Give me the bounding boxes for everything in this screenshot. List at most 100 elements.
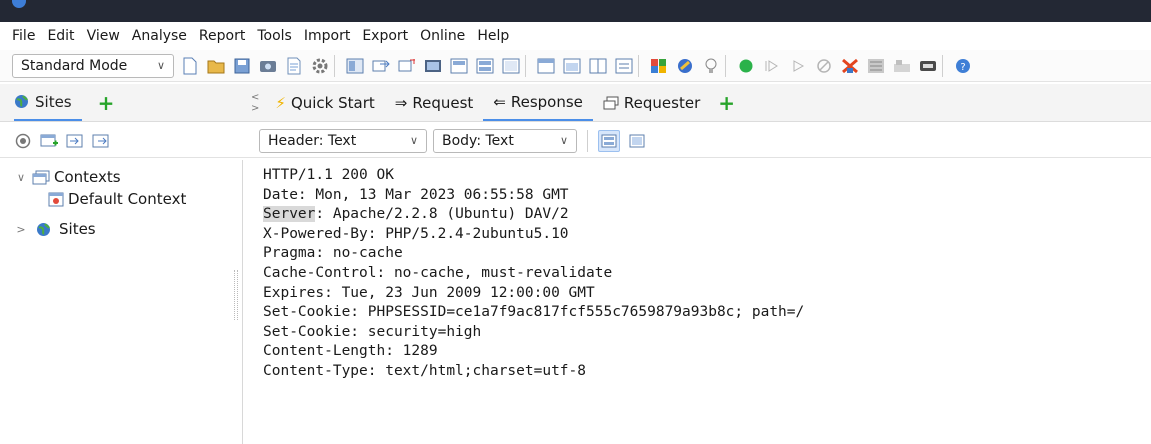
response-line: Content-Type: text/html;charset=utf-8	[263, 362, 587, 379]
add-workspace-tab-button[interactable]: +	[718, 93, 735, 113]
snapshot-icon[interactable]	[258, 56, 278, 76]
tree-contexts-label: Contexts	[54, 168, 121, 186]
menu-help[interactable]: Help	[471, 28, 515, 44]
new-session-icon[interactable]	[180, 56, 200, 76]
split-vertical-view-button[interactable]	[626, 130, 648, 152]
menu-file[interactable]: File	[6, 28, 41, 44]
hud-icon[interactable]	[918, 56, 938, 76]
tab-response[interactable]: ⇐ Response	[483, 84, 593, 121]
app-icon	[12, 0, 26, 8]
toolbar-separator	[334, 54, 335, 77]
layout-vertical-icon[interactable]	[501, 56, 521, 76]
menu-edit[interactable]: Edit	[41, 28, 80, 44]
menu-bar: File Edit View Analyse Report Tools Impo…	[0, 24, 1151, 48]
pin-tabs-icon[interactable]	[588, 56, 608, 76]
tab-requester[interactable]: Requester	[593, 84, 710, 121]
toolbar-separator	[587, 129, 588, 152]
session-properties-icon[interactable]	[284, 56, 304, 76]
show-all-tabs-icon[interactable]	[562, 56, 582, 76]
gear-icon[interactable]	[310, 56, 330, 76]
layout-icon[interactable]	[345, 56, 365, 76]
scroll-left-icon[interactable]: <	[251, 92, 259, 103]
response-line: Set-Cookie: PHPSESSID=ce1a7f9ac817fcf555…	[263, 304, 805, 321]
ports-icon[interactable]	[892, 56, 912, 76]
response-line: HTTP/1.1 200 OK	[263, 167, 394, 183]
lightbulb-icon[interactable]	[701, 56, 721, 76]
mode-select[interactable]: Standard Mode ∨	[12, 53, 174, 78]
toolbar-separator	[725, 54, 726, 77]
body-view-select[interactable]: Body: Text ∨	[433, 128, 577, 153]
response-line: Pragma: no-cache	[263, 245, 403, 262]
drop-icon[interactable]	[814, 56, 834, 76]
save-session-icon[interactable]	[232, 56, 252, 76]
console-icon[interactable]	[423, 56, 443, 76]
header-view-select[interactable]: Header: Text ∨	[259, 128, 427, 153]
tab-names-icon[interactable]	[614, 56, 634, 76]
menu-report[interactable]: Report	[193, 28, 251, 44]
tree-default-context-label: Default Context	[68, 190, 187, 208]
svg-text:?: ?	[960, 62, 965, 73]
response-header-text[interactable]: HTTP/1.1 200 OK Date: Mon, 13 Mar 2023 0…	[255, 160, 1151, 444]
menu-export[interactable]: Export	[356, 28, 414, 44]
header-view-value: Header: Text	[268, 132, 357, 149]
response-line: Cache-Control: no-cache, must-revalidate	[263, 264, 613, 281]
open-session-icon[interactable]	[206, 56, 226, 76]
search-highlight: Server	[263, 206, 316, 223]
toolbar-separator	[638, 54, 639, 77]
menu-online[interactable]: Online	[414, 28, 471, 44]
response-line-value: : Apache/2.2.8 (Ubuntu) DAV/2	[315, 206, 569, 223]
tab-sites[interactable]: Sites	[14, 84, 82, 121]
show-tab-icon[interactable]	[536, 56, 556, 76]
toolbar-separator	[942, 54, 943, 77]
continue-icon[interactable]	[788, 56, 808, 76]
add-tab-button[interactable]: +	[98, 93, 115, 113]
menu-tools[interactable]: Tools	[251, 28, 298, 44]
options-icon[interactable]	[675, 56, 695, 76]
body-view-value: Body: Text	[442, 132, 514, 149]
menu-view[interactable]: View	[81, 28, 126, 44]
expand-sites-icon[interactable]	[371, 56, 391, 76]
response-line: Expires: Tue, 23 Jun 2009 12:00:00 GMT	[263, 284, 595, 301]
step-icon[interactable]	[762, 56, 782, 76]
left-panel-tabbar: Sites +	[0, 84, 243, 122]
scroll-right-icon[interactable]: >	[251, 103, 259, 114]
scope-icon[interactable]	[649, 56, 669, 76]
response-line: Server: Apache/2.2.8 (Ubuntu) DAV/2	[263, 205, 1151, 225]
layout-full-icon[interactable]	[449, 56, 469, 76]
split-horizontal-view-button[interactable]	[598, 129, 620, 152]
chevron-down-icon: ∨	[156, 59, 165, 72]
globe-icon	[14, 94, 29, 109]
import-context-icon[interactable]	[66, 132, 84, 150]
manage-addons-icon[interactable]	[866, 56, 886, 76]
tab-request[interactable]: ⇒ Request	[385, 84, 484, 121]
arrow-right-icon: ⇒	[394, 93, 408, 112]
tree-node-default-context[interactable]: Default Context	[0, 188, 242, 210]
tree-node-contexts[interactable]: ∨ Contexts	[0, 166, 242, 188]
tab-quick-start-label: Quick Start	[290, 93, 375, 112]
break-icon[interactable]	[840, 56, 860, 76]
tab-quick-start[interactable]: ⚡ Quick Start	[265, 84, 384, 121]
tab-response-label: Response	[510, 92, 583, 111]
chevron-down-icon: ∨	[409, 134, 418, 147]
main-toolbar: Standard Mode ∨ ?	[0, 50, 1151, 82]
chevron-right-icon[interactable]: >	[14, 223, 28, 236]
response-line: Date: Mon, 13 Mar 2023 06:55:58 GMT	[263, 186, 569, 203]
menu-import[interactable]: Import	[298, 28, 356, 44]
help-icon[interactable]: ?	[953, 56, 973, 76]
tab-request-label: Request	[412, 93, 474, 112]
layout-horizontal-icon[interactable]	[475, 56, 495, 76]
scope-target-icon[interactable]	[14, 132, 32, 150]
panel-splitter-handle[interactable]	[234, 270, 238, 320]
workspace-tabbar: < > ⚡ Quick Start ⇒ Request ⇐ Response R…	[243, 84, 1151, 122]
tab-scroll-arrows[interactable]: < >	[251, 92, 259, 114]
tree-node-sites[interactable]: > Sites	[0, 218, 242, 240]
menu-analyse[interactable]: Analyse	[126, 28, 193, 44]
record-icon[interactable]	[736, 56, 756, 76]
export-context-icon[interactable]	[92, 132, 110, 150]
chevron-down-icon[interactable]: ∨	[14, 171, 28, 184]
expand-info-icon[interactable]	[397, 56, 417, 76]
tree-sites-label: Sites	[59, 220, 96, 238]
mode-select-value: Standard Mode	[21, 57, 128, 74]
response-line: Content-Length: 1289	[263, 343, 438, 360]
new-context-icon[interactable]	[40, 132, 58, 150]
